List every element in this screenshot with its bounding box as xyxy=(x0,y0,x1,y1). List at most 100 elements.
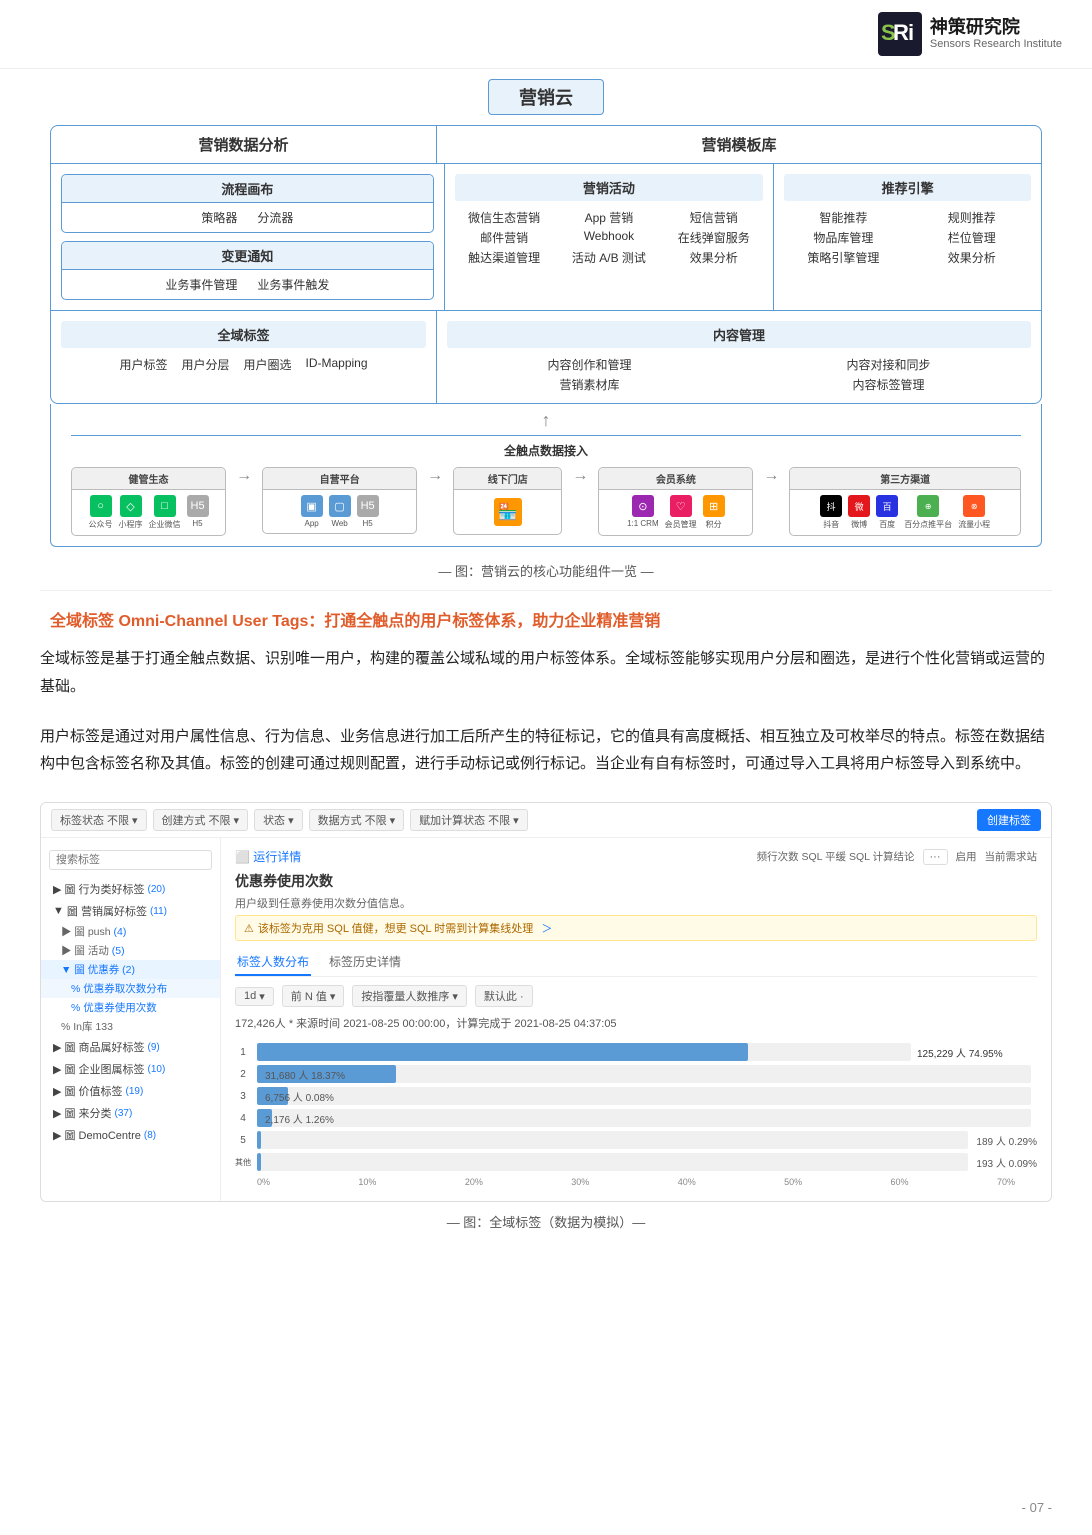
filter-range[interactable]: 前 N 值 ▾ xyxy=(282,985,345,1007)
touch-sys-third: 第三方渠道 抖 抖音 微 微博 百 百度 ⊕ xyxy=(789,467,1021,536)
expand-icon-activity: ▶ xyxy=(61,945,72,957)
sidebar-item-behavior-tags[interactable]: ▶ 圙 行为类好标签 (20) xyxy=(41,878,220,900)
action-enable[interactable]: 启用 xyxy=(956,849,977,865)
filter-tag-status-value: 不限 xyxy=(107,812,129,828)
marketing-outer-box: 营销数据分析 营销模板库 流程画布 策略器 分流器 变更通知 xyxy=(50,125,1042,404)
filter-date[interactable]: 1d ▾ xyxy=(235,987,274,1006)
flow-canvas-box: 流程画布 策略器 分流器 xyxy=(61,174,434,233)
chevron-down-icon-4: ▾ xyxy=(390,814,396,827)
brand-name-en: Sensors Research Institute xyxy=(930,38,1062,51)
filter-default[interactable]: 默认此 · xyxy=(475,985,533,1007)
recommend-panel: 推荐引擎 智能推荐 规则推荐 物品库管理 栏位管理 策略引擎管理 效果分析 xyxy=(774,164,1041,310)
filter-data-method-value: 不限 xyxy=(365,812,387,828)
svg-text:R: R xyxy=(893,20,909,45)
filter-calc-status[interactable]: 赋加计算状态 不限 ▾ xyxy=(410,809,528,831)
act-item-4: 邮件营销 xyxy=(455,229,554,246)
arrow-2: → xyxy=(425,467,445,485)
content-mgmt-items: 内容创作和管理 内容对接和同步 营销素材库 内容标签管理 xyxy=(447,356,1031,393)
create-tag-button[interactable]: 创建标签 xyxy=(977,809,1041,831)
global-tags-items: 用户标签 用户分层 用户圈选 ID-Mapping xyxy=(61,356,426,373)
filter-data-method[interactable]: 数据方式 不限 ▾ xyxy=(309,809,405,831)
filter-sort[interactable]: 按指覆量人数推序 ▾ xyxy=(352,985,467,1007)
bar-label-4: 4 xyxy=(235,1113,251,1124)
logo-area: S R i 神策研究院 Sensors Research Institute xyxy=(878,12,1062,56)
touch-icon-app: ▣ App xyxy=(301,495,323,528)
rec-item-1: 智能推荐 xyxy=(784,209,902,226)
search-input[interactable] xyxy=(49,850,212,870)
sidebar-item-goods-tags[interactable]: ▶ 圙 商品属好标签 (9) xyxy=(41,1036,220,1058)
sidebar-item-democentre[interactable]: ▶ 圙 DemoCentre (8) xyxy=(41,1124,220,1146)
filter-status[interactable]: 状态 ▾ xyxy=(254,809,303,831)
marketing-top-header: 营销数据分析 营销模板库 xyxy=(51,126,1041,164)
filter-data-method-label: 数据方式 xyxy=(318,812,362,828)
sidebar-item-marketing-tags[interactable]: ▼ 圙 营销属好标签 (11) xyxy=(41,900,220,922)
sidebar-subitem-coupon-count[interactable]: % 优惠券取次数分布 xyxy=(41,979,220,998)
expand-icon-push: ▶ xyxy=(61,926,72,938)
bar-label-other: 其他 xyxy=(235,1157,251,1168)
touch-icon-baidu: 百 百度 xyxy=(876,495,898,530)
bar-row-2: 2 31,680 人 18.37% xyxy=(235,1065,1037,1083)
touch-icon-douyin: 抖 抖音 xyxy=(820,495,842,530)
tags-tabs: 标签人数分布 标签历史详情 xyxy=(235,949,1037,977)
bar-value-3: 6,756 人 0.08% xyxy=(265,1089,334,1104)
rec-item-5: 策略引擎管理 xyxy=(784,249,902,266)
rec-item-4: 栏位管理 xyxy=(913,229,1031,246)
bar-value-2: 31,680 人 18.37% xyxy=(265,1067,345,1082)
x-axis-70: 70% xyxy=(997,1177,1015,1187)
touch-sys-third-body: 抖 抖音 微 微博 百 百度 ⊕ 百分点推平台 xyxy=(790,490,1020,535)
act-item-7: 触达渠道管理 xyxy=(455,249,554,266)
bar-track-3: 6,756 人 0.08% xyxy=(257,1087,1031,1105)
bar-label-2: 2 xyxy=(235,1069,251,1080)
flow-canvas-items: 策略器 分流器 xyxy=(62,203,433,232)
cm-item-3: 营销素材库 xyxy=(447,376,732,393)
sidebar-subitem-coupon-use[interactable]: % 优惠券使用次数 xyxy=(41,998,220,1017)
tab-distribution[interactable]: 标签人数分布 xyxy=(235,949,311,976)
touch-icon-h5-2: H5 H5 xyxy=(357,495,379,528)
sidebar-subitem-activity[interactable]: ▶ 圙 活动 (5) xyxy=(41,941,220,960)
caption-2: — 图：全域标签（数据为模拟）— xyxy=(0,1212,1092,1231)
mini-icon: ⊗ xyxy=(963,495,985,517)
expand-icon-goods: ▶ xyxy=(53,1041,61,1054)
filter-create-method[interactable]: 创建方式 不限 ▾ xyxy=(153,809,249,831)
bar-row-1: 1 125,229 人 74.95% xyxy=(235,1043,1037,1061)
action-current-req[interactable]: 当前需求站 xyxy=(985,849,1038,865)
touch-sys-store-header: 线下门店 xyxy=(454,468,561,490)
tags-toolbar: 标签状态 不限 ▾ 创建方式 不限 ▾ 状态 ▾ 数据方式 不限 ▾ 赋加计算状… xyxy=(41,803,1051,838)
web-icon: ▢ xyxy=(329,495,351,517)
warning-icon: ⚠ xyxy=(244,922,254,935)
tags-sidebar: ▶ 圙 行为类好标签 (20) ▼ 圙 营销属好标签 (11) ▶ 圙 push… xyxy=(41,838,221,1201)
qywx-icon: □ xyxy=(154,495,176,517)
act-item-2: App 营销 xyxy=(560,209,659,226)
tab-history[interactable]: 标签历史详情 xyxy=(327,949,403,976)
alert-link[interactable]: ＞ xyxy=(541,920,552,936)
touch-sys-third-header: 第三方渠道 xyxy=(790,468,1020,490)
baidu-icon: 百 xyxy=(876,495,898,517)
touch-sys-own: 自营平台 ▣ App ▢ Web H5 H5 xyxy=(262,467,417,534)
sidebar-item-enterprise-tags[interactable]: ▶ 圙 企业图属标签 (10) xyxy=(41,1058,220,1080)
bar-track-5 xyxy=(257,1131,968,1149)
touch-icon-weibo: 微 微博 xyxy=(848,495,870,530)
sidebar-subitem-push[interactable]: ▶ 圙 push (4) xyxy=(41,922,220,941)
gt-item-3: 用户圈选 xyxy=(243,356,291,373)
app-icon: ▣ xyxy=(301,495,323,517)
action-frequency[interactable]: 频行次数 SQL 平缓 SQL 计算结论 xyxy=(757,849,915,865)
touch-sys-store-body: 🏪 xyxy=(454,490,561,534)
bar-track-other xyxy=(257,1153,968,1171)
gt-item-2: 用户分层 xyxy=(181,356,229,373)
sidebar-subitem-coupon[interactable]: ▼ 圙 优惠券 (2) xyxy=(41,960,220,979)
three-dots-btn[interactable]: ··· xyxy=(923,849,948,865)
bar-label-3: 3 xyxy=(235,1091,251,1102)
tags-filter-row: 1d ▾ 前 N 值 ▾ 按指覆量人数推序 ▾ 默认此 · xyxy=(235,985,1037,1007)
activity-panel: 营销活动 微信生态营销 App 营销 短信营销 邮件营销 Webhook 在线弹… xyxy=(445,164,775,310)
filter-tag-status[interactable]: 标签状态 不限 ▾ xyxy=(51,809,147,831)
act-item-5: Webhook xyxy=(560,229,659,246)
tags-content-panel: ⬜ 运行详情 频行次数 SQL 平缓 SQL 计算结论 ··· 启用 当前需求站… xyxy=(221,838,1051,1201)
chevron-date: ▾ xyxy=(259,990,265,1003)
sidebar-item-value-tags[interactable]: ▶ 圙 价值标签 (19) xyxy=(41,1080,220,1102)
run-details-link[interactable]: ⬜ 运行详情 xyxy=(235,848,301,865)
act-item-3: 短信营销 xyxy=(664,209,763,226)
divider-1 xyxy=(40,590,1052,591)
sidebar-item-unclassified[interactable]: ▶ 圙 来分类 (37) xyxy=(41,1102,220,1124)
sidebar-subitem-inlib[interactable]: % In库 133 xyxy=(41,1017,220,1036)
rec-item-6: 效果分析 xyxy=(913,249,1031,266)
